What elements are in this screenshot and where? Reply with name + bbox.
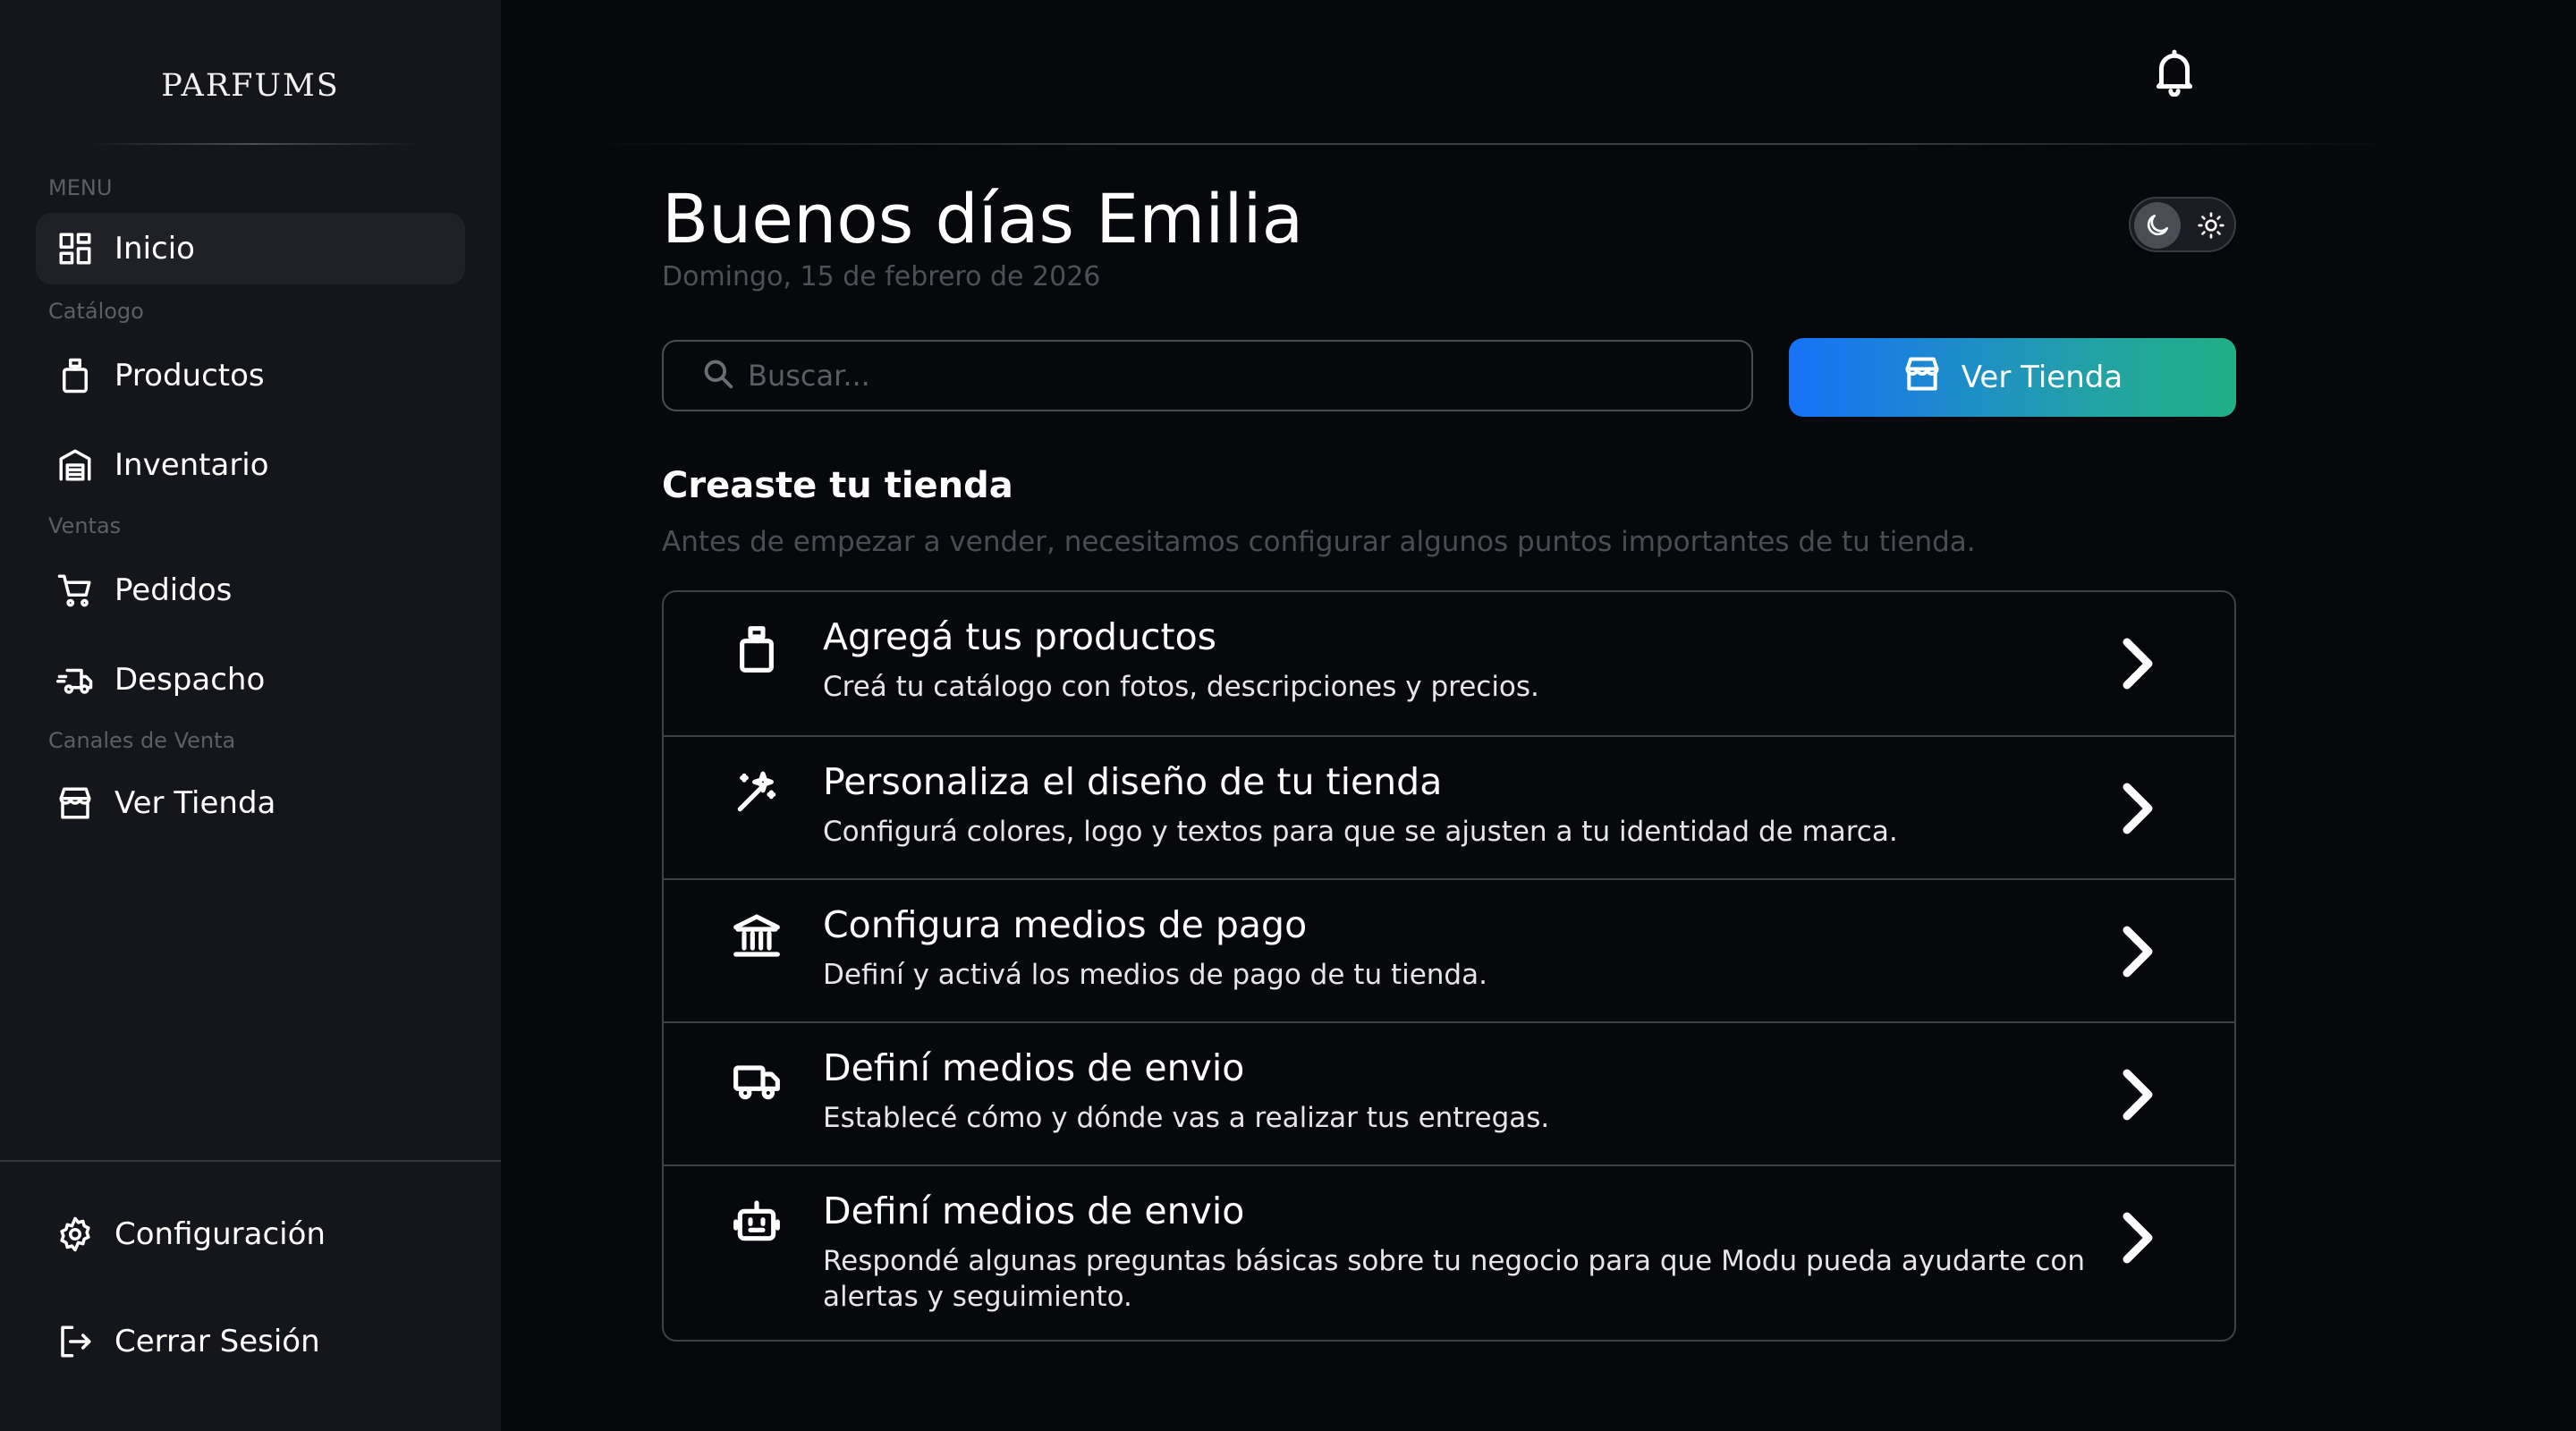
main-content: Buenos días Emilia Domingo, 15 de febrer… <box>501 0 2576 1431</box>
sidebar-item-configuracion[interactable]: Configuración <box>36 1198 465 1270</box>
setup-task-list: Agregá tus productos Creá tu catálogo co… <box>662 590 2236 1342</box>
sidebar-item-label: Productos <box>114 358 265 394</box>
chevron-right-icon <box>2120 782 2156 835</box>
sidebar-item-label: Inicio <box>114 231 195 267</box>
bottle-icon <box>55 356 95 395</box>
bottle-icon <box>730 622 784 676</box>
view-store-label: Ver Tienda <box>1961 360 2123 395</box>
task-description: Configurá colores, logo y textos para qu… <box>823 816 1898 848</box>
sidebar-item-cerrar-sesion[interactable]: Cerrar Sesión <box>36 1306 465 1377</box>
section-label-canales: Canales de Venta <box>48 728 236 753</box>
sidebar: PARFUMS MENU Inicio Catálogo Productos I… <box>0 0 501 1431</box>
task-description: Definí y activá los medios de pago de tu… <box>823 959 1487 991</box>
setup-subtitle: Antes de empezar a vender, necesitamos c… <box>662 526 1976 558</box>
task-description: Establecé cómo y dónde vas a realizar tu… <box>823 1102 1550 1134</box>
grid-icon <box>55 229 95 268</box>
section-label-ventas: Ventas <box>48 513 122 538</box>
sidebar-item-productos[interactable]: Productos <box>36 340 465 411</box>
sidebar-item-inventario[interactable]: Inventario <box>36 429 465 501</box>
task-description: Creá tu catálogo con fotos, descripcione… <box>823 671 1539 703</box>
gear-icon <box>55 1215 95 1254</box>
task-title: Agregá tus productos <box>823 615 1217 658</box>
section-label-menu: MENU <box>48 175 113 200</box>
sidebar-item-inicio[interactable]: Inicio <box>36 213 465 284</box>
store-icon <box>55 783 95 823</box>
bank-icon <box>730 909 784 962</box>
truck-icon <box>730 1054 784 1107</box>
task-payment-methods[interactable]: Configura medios de pago Definí y activá… <box>664 878 2234 1021</box>
sidebar-item-despacho[interactable]: Despacho <box>36 644 465 716</box>
sidebar-item-ver-tienda[interactable]: Ver Tienda <box>36 767 465 839</box>
setup-title: Creaste tu tienda <box>662 465 1013 506</box>
task-title: Definí medios de envio <box>823 1190 1245 1232</box>
sidebar-item-label: Configuración <box>114 1216 326 1252</box>
chevron-right-icon <box>2120 637 2156 690</box>
sidebar-item-pedidos[interactable]: Pedidos <box>36 555 465 626</box>
brand-logo: PARFUMS <box>161 68 340 104</box>
truck-fast-icon <box>55 660 95 699</box>
moon-icon <box>2134 202 2181 249</box>
section-label-catalogo: Catálogo <box>48 299 144 324</box>
sun-icon <box>2188 202 2234 249</box>
search-bar <box>662 340 1753 411</box>
search-input[interactable] <box>748 359 1642 393</box>
search-icon <box>701 357 735 394</box>
store-icon <box>1902 354 1962 402</box>
theme-toggle[interactable] <box>2129 197 2236 252</box>
sidebar-item-label: Cerrar Sesión <box>114 1324 320 1359</box>
app-root: PARFUMS MENU Inicio Catálogo Productos I… <box>0 0 2576 1431</box>
sidebar-item-label: Inventario <box>114 447 269 483</box>
task-title: Configura medios de pago <box>823 903 1308 946</box>
bell-icon[interactable] <box>2152 48 2197 97</box>
view-store-button[interactable]: Ver Tienda <box>1789 338 2236 417</box>
brand-divider <box>89 143 420 145</box>
chevron-right-icon <box>2120 1211 2156 1265</box>
cart-icon <box>55 571 95 610</box>
task-description: Respondé algunas preguntas básicas sobre… <box>823 1245 2086 1313</box>
page-title: Buenos días Emilia <box>662 179 1304 258</box>
task-add-products[interactable]: Agregá tus productos Creá tu catálogo co… <box>664 592 2234 735</box>
task-shipping-methods[interactable]: Definí medios de envio Establecé cómo y … <box>664 1021 2234 1164</box>
sidebar-divider <box>0 1160 501 1162</box>
sidebar-item-label: Despacho <box>114 662 266 698</box>
sidebar-item-label: Ver Tienda <box>114 785 276 821</box>
task-title: Personaliza el diseño de tu tienda <box>823 760 1443 803</box>
sidebar-item-label: Pedidos <box>114 572 233 608</box>
chevron-right-icon <box>2120 1068 2156 1122</box>
task-customize-design[interactable]: Personaliza el diseño de tu tienda Confi… <box>664 735 2234 878</box>
current-date: Domingo, 15 de febrero de 2026 <box>662 261 1101 292</box>
magic-wand-icon <box>730 766 784 819</box>
header-divider <box>590 143 2397 145</box>
warehouse-icon <box>55 445 95 485</box>
logout-icon <box>55 1322 95 1361</box>
robot-icon <box>730 1195 784 1249</box>
task-business-questions[interactable]: Definí medios de envio Respondé algunas … <box>664 1164 2234 1340</box>
task-title: Definí medios de envio <box>823 1046 1245 1089</box>
chevron-right-icon <box>2120 925 2156 978</box>
